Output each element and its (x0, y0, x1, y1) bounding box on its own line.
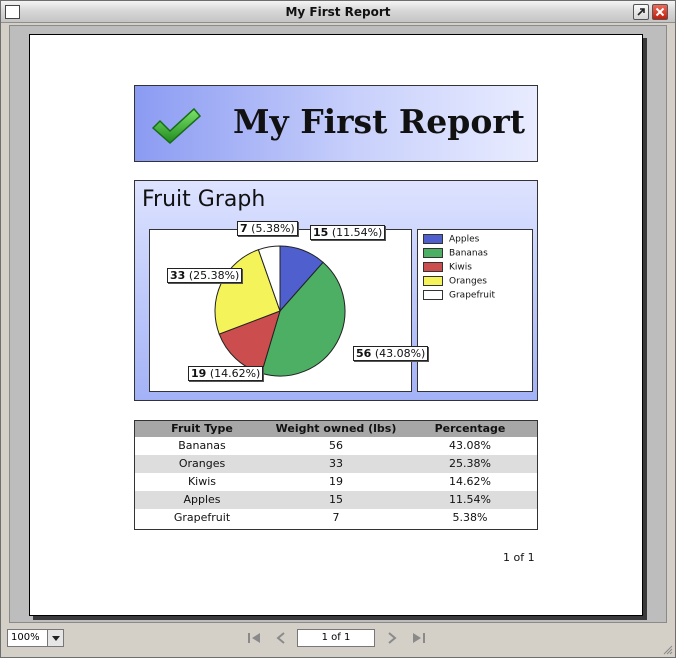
title-bar[interactable]: My First Report (1, 1, 675, 23)
legend-label: Kiwis (449, 262, 472, 273)
legend-item-bananas: Bananas (423, 248, 488, 260)
table-row: Apples 15 11.54% (135, 491, 537, 509)
legend-swatch-oranges (423, 276, 443, 286)
legend-item-oranges: Oranges (423, 276, 487, 288)
cell-percentage: 43.08% (449, 439, 491, 452)
window-title: My First Report (285, 5, 391, 19)
cell-fruit: Grapefruit (173, 511, 231, 524)
legend-item-grapefruit: Grapefruit (423, 290, 495, 302)
legend-swatch-bananas (423, 248, 443, 258)
restore-button[interactable] (633, 4, 649, 20)
table-header: Fruit Type Weight owned (lbs) Percentage (135, 421, 537, 437)
restore-icon (637, 8, 645, 16)
first-page-button[interactable] (245, 630, 263, 646)
cell-fruit: Oranges (178, 457, 226, 470)
pie-label-percent: (43.08%) (374, 347, 426, 360)
table-row: Oranges 33 25.38% (135, 455, 537, 473)
page-number: 1 of 1 (503, 551, 535, 564)
legend-swatch-apples (423, 234, 443, 244)
page-input[interactable]: 1 of 1 (297, 629, 375, 647)
pie-label-kiwis: 19 (14.62%) (188, 366, 264, 381)
last-page-icon (413, 633, 425, 643)
header-fruit-type: Fruit Type (171, 422, 233, 435)
cell-percentage: 11.54% (449, 493, 491, 506)
pie-label-bananas: 56 (43.08%) (353, 346, 429, 361)
cell-weight: 15 (329, 493, 343, 506)
pie-label-oranges: 33 (25.38%) (167, 268, 243, 283)
zoom-select[interactable]: 100% (7, 629, 64, 647)
close-icon (655, 7, 665, 17)
report-title: My First Report (233, 102, 525, 141)
graph-title: Fruit Graph (142, 187, 266, 212)
pie-label-value: 56 (356, 347, 372, 360)
first-page-icon (248, 633, 260, 643)
fruit-table: Fruit Type Weight owned (lbs) Percentage… (134, 420, 538, 530)
checkmark-icon (151, 107, 202, 145)
pie-label-value: 15 (313, 226, 329, 239)
resize-grip-icon[interactable] (663, 645, 673, 655)
pie-label-percent: (5.38%) (251, 222, 295, 235)
header-weight: Weight owned (lbs) (275, 422, 397, 435)
header-percentage: Percentage (434, 422, 506, 435)
chart-legend: Apples Bananas Kiwis Oranges Grapefruit (417, 229, 533, 392)
cell-percentage: 14.62% (449, 475, 491, 488)
zoom-value: 100% (11, 632, 40, 643)
cell-percentage: 25.38% (449, 457, 491, 470)
report-header: My First Report (134, 85, 538, 162)
report-page: My First Report Fruit Graph Apples Banan… (29, 34, 643, 616)
pie-label-percent: (14.62%) (209, 367, 261, 380)
legend-label: Bananas (449, 248, 488, 259)
cell-fruit: Bananas (178, 439, 226, 452)
pie-label-grapefruit: 7 (5.38%) (237, 221, 298, 236)
cell-weight: 7 (332, 511, 340, 524)
table-row: Grapefruit 7 5.38% (135, 509, 537, 527)
pie-label-percent: (25.38%) (188, 269, 240, 282)
zoom-dropdown-button[interactable] (47, 630, 63, 646)
navigation-toolbar: 100% 1 of 1 (1, 625, 675, 657)
report-viewport[interactable]: My First Report Fruit Graph Apples Banan… (9, 25, 667, 623)
legend-label: Grapefruit (449, 290, 496, 301)
cell-fruit: Kiwis (187, 475, 217, 488)
legend-swatch-grapefruit (423, 290, 443, 300)
table-row: Bananas 56 43.08% (135, 437, 537, 455)
pie-label-value: 33 (170, 269, 186, 282)
cell-weight: 33 (329, 457, 343, 470)
chevron-left-icon (276, 632, 285, 644)
close-button[interactable] (652, 4, 668, 20)
legend-item-apples: Apples (423, 234, 479, 246)
cell-weight: 19 (329, 475, 343, 488)
pie-label-apples: 15 (11.54%) (310, 225, 386, 240)
pie-label-value: 7 (240, 222, 248, 235)
next-page-button[interactable] (383, 630, 401, 646)
last-page-button[interactable] (410, 630, 428, 646)
previous-page-button[interactable] (272, 630, 290, 646)
pie-label-value: 19 (191, 367, 207, 380)
cell-percentage: 5.38% (452, 511, 488, 524)
chevron-down-icon (52, 636, 60, 641)
legend-item-kiwis: Kiwis (423, 262, 472, 274)
pie-label-percent: (11.54%) (331, 226, 383, 239)
legend-label: Oranges (449, 276, 487, 287)
cell-fruit: Apples (183, 493, 221, 506)
fruit-graph-panel: Fruit Graph Apples Bananas Kiwis Oranges… (134, 180, 538, 401)
chevron-right-icon (388, 632, 397, 644)
report-viewer-window: My First Report My First Report Fruit Gr… (0, 0, 676, 658)
table-row: Kiwis 19 14.62% (135, 473, 537, 491)
legend-label: Apples (449, 234, 480, 245)
legend-swatch-kiwis (423, 262, 443, 272)
cell-weight: 56 (329, 439, 343, 452)
